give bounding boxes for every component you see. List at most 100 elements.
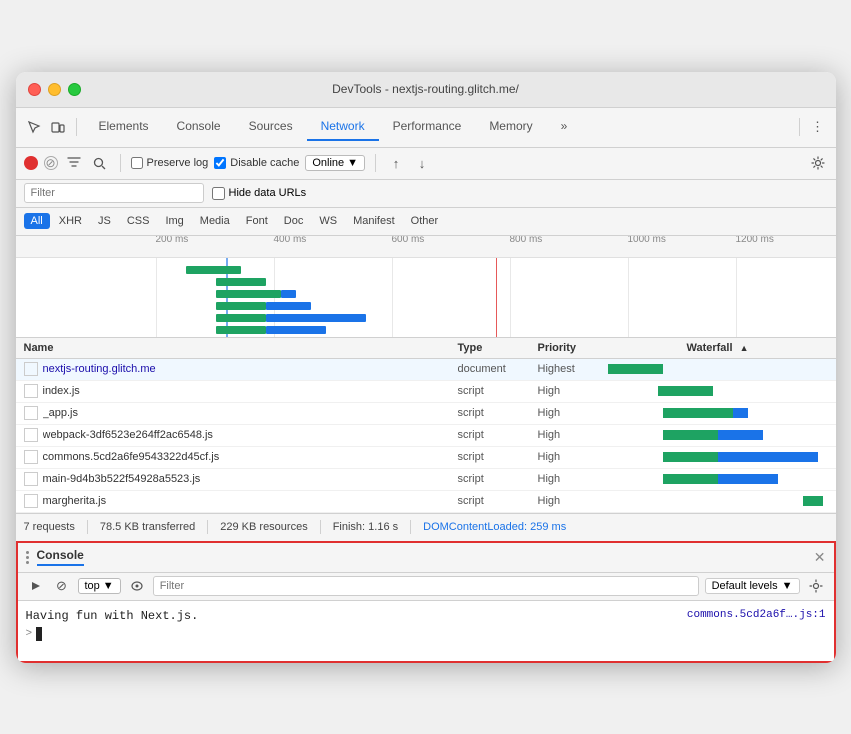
tick-600ms: 600 ms — [392, 236, 425, 246]
type-btn-ws[interactable]: WS — [312, 213, 344, 229]
file-type: document — [458, 363, 538, 375]
console-log-source[interactable]: commons.5cd2a6f….js:1 — [687, 609, 826, 621]
file-priority: High — [538, 451, 608, 463]
type-btn-media[interactable]: Media — [193, 213, 237, 229]
requests-count: 7 requests — [24, 521, 75, 533]
chart-bar-2a — [216, 290, 281, 298]
tab-elements[interactable]: Elements — [85, 113, 163, 141]
minimize-button[interactable] — [48, 83, 61, 96]
console-title: Console — [37, 548, 814, 566]
type-btn-css[interactable]: CSS — [120, 213, 157, 229]
tab-performance[interactable]: Performance — [379, 113, 476, 141]
export-har-icon[interactable]: ↓ — [412, 153, 432, 173]
cursor-icon[interactable] — [24, 117, 44, 137]
col-header-type[interactable]: Type — [458, 342, 538, 354]
type-btn-doc[interactable]: Doc — [277, 213, 311, 229]
table-row[interactable]: nextjs-routing.glitch.me document Highes… — [16, 359, 836, 381]
tab-console[interactable]: Console — [163, 113, 235, 141]
drag-handle[interactable] — [26, 551, 29, 564]
file-name[interactable]: nextjs-routing.glitch.me — [43, 363, 458, 375]
waterfall-bar — [803, 496, 823, 506]
execute-script-icon[interactable] — [26, 576, 46, 596]
file-name[interactable]: _app.js — [43, 407, 458, 419]
eye-icon[interactable] — [127, 576, 147, 596]
console-close-button[interactable]: ✕ — [814, 549, 826, 566]
type-btn-all[interactable]: All — [24, 213, 50, 229]
console-levels-select[interactable]: Default levels ▼ — [705, 578, 800, 594]
file-name[interactable]: commons.5cd2a6fe9543322d45cf.js — [43, 451, 458, 463]
file-name[interactable]: webpack-3df6523e264ff2ac6548.js — [43, 429, 458, 441]
file-name[interactable]: index.js — [43, 385, 458, 397]
tab-network[interactable]: Network — [307, 113, 379, 141]
tab-memory[interactable]: Memory — [475, 113, 546, 141]
col-header-waterfall[interactable]: Waterfall ▲ — [608, 342, 828, 354]
filter-input[interactable] — [24, 183, 204, 203]
col-header-priority[interactable]: Priority — [538, 342, 608, 354]
waterfall-bar — [608, 364, 663, 374]
clear-console-icon[interactable]: ⊘ — [52, 576, 72, 596]
type-btn-other[interactable]: Other — [404, 213, 446, 229]
chart-bar-0 — [186, 266, 241, 274]
close-button[interactable] — [28, 83, 41, 96]
network-settings-icon[interactable] — [808, 153, 828, 173]
table-row[interactable]: commons.5cd2a6fe9543322d45cf.js script H… — [16, 447, 836, 469]
filter-icon[interactable] — [64, 153, 84, 173]
device-toolbar-icon[interactable] — [48, 117, 68, 137]
file-icon — [24, 494, 38, 508]
file-type: script — [458, 495, 538, 507]
resources-size: 229 KB resources — [220, 521, 307, 533]
preserve-log-checkbox[interactable]: Preserve log — [131, 157, 209, 169]
network-table[interactable]: nextjs-routing.glitch.me document Highes… — [16, 359, 836, 513]
titlebar: DevTools - nextjs-routing.glitch.me/ — [16, 72, 836, 108]
waterfall-cell — [608, 428, 828, 442]
disable-cache-checkbox[interactable]: Disable cache — [214, 157, 299, 169]
prompt-chevron: > — [26, 628, 33, 640]
context-select[interactable]: top ▼ — [78, 578, 121, 594]
settings-icon[interactable]: ⋮ — [808, 117, 828, 137]
type-btn-img[interactable]: Img — [158, 213, 190, 229]
maximize-button[interactable] — [68, 83, 81, 96]
chart-bar-1 — [216, 278, 266, 286]
file-priority: High — [538, 473, 608, 485]
toolbar-separator-2 — [799, 118, 800, 136]
status-sep-3 — [320, 520, 321, 534]
throttle-select[interactable]: Online ▼ — [305, 155, 365, 171]
type-btn-font[interactable]: Font — [239, 213, 275, 229]
table-row[interactable]: margherita.js script High — [16, 491, 836, 513]
table-row[interactable]: index.js script High — [16, 381, 836, 403]
file-name[interactable]: main-9d4b3b522f54928a5523.js — [43, 473, 458, 485]
table-row[interactable]: main-9d4b3b522f54928a5523.js script High — [16, 469, 836, 491]
table-row[interactable]: _app.js script High — [16, 403, 836, 425]
table-row[interactable]: webpack-3df6523e264ff2ac6548.js script H… — [16, 425, 836, 447]
type-btn-xhr[interactable]: XHR — [52, 213, 89, 229]
import-har-icon[interactable]: ↑ — [386, 153, 406, 173]
console-panel: Console ✕ ⊘ top ▼ Default levels ▼ — [16, 541, 836, 663]
clear-button[interactable]: ⊘ — [44, 156, 58, 170]
waterfall-bar-2 — [718, 430, 763, 440]
tab-sources[interactable]: Sources — [235, 113, 307, 141]
type-filter-bar: All XHR JS CSS Img Media Font Doc WS Man… — [16, 208, 836, 236]
chart-bar-4a — [216, 314, 266, 322]
console-settings-icon[interactable] — [806, 576, 826, 596]
net-toolbar-sep-2 — [375, 154, 376, 172]
type-btn-js[interactable]: JS — [91, 213, 118, 229]
record-button[interactable] — [24, 156, 38, 170]
console-prompt[interactable]: > — [26, 625, 826, 641]
waterfall-cell — [608, 472, 828, 486]
tab-more[interactable]: » — [547, 113, 582, 141]
col-header-name[interactable]: Name — [24, 342, 458, 354]
file-priority: High — [538, 407, 608, 419]
waterfall-bar-2 — [733, 408, 748, 418]
file-type: script — [458, 429, 538, 441]
console-header: Console ✕ — [18, 543, 834, 573]
dom-content-loaded-status: DOMContentLoaded: 259 ms — [423, 521, 566, 533]
file-name[interactable]: margherita.js — [43, 495, 458, 507]
net-toolbar-sep — [120, 154, 121, 172]
console-filter-input[interactable] — [153, 576, 699, 596]
type-btn-manifest[interactable]: Manifest — [346, 213, 402, 229]
search-icon[interactable] — [90, 153, 110, 173]
waterfall-cell — [608, 406, 828, 420]
hide-data-urls-checkbox[interactable]: Hide data URLs — [212, 187, 307, 200]
status-bar: 7 requests 78.5 KB transferred 229 KB re… — [16, 513, 836, 541]
file-type: script — [458, 451, 538, 463]
